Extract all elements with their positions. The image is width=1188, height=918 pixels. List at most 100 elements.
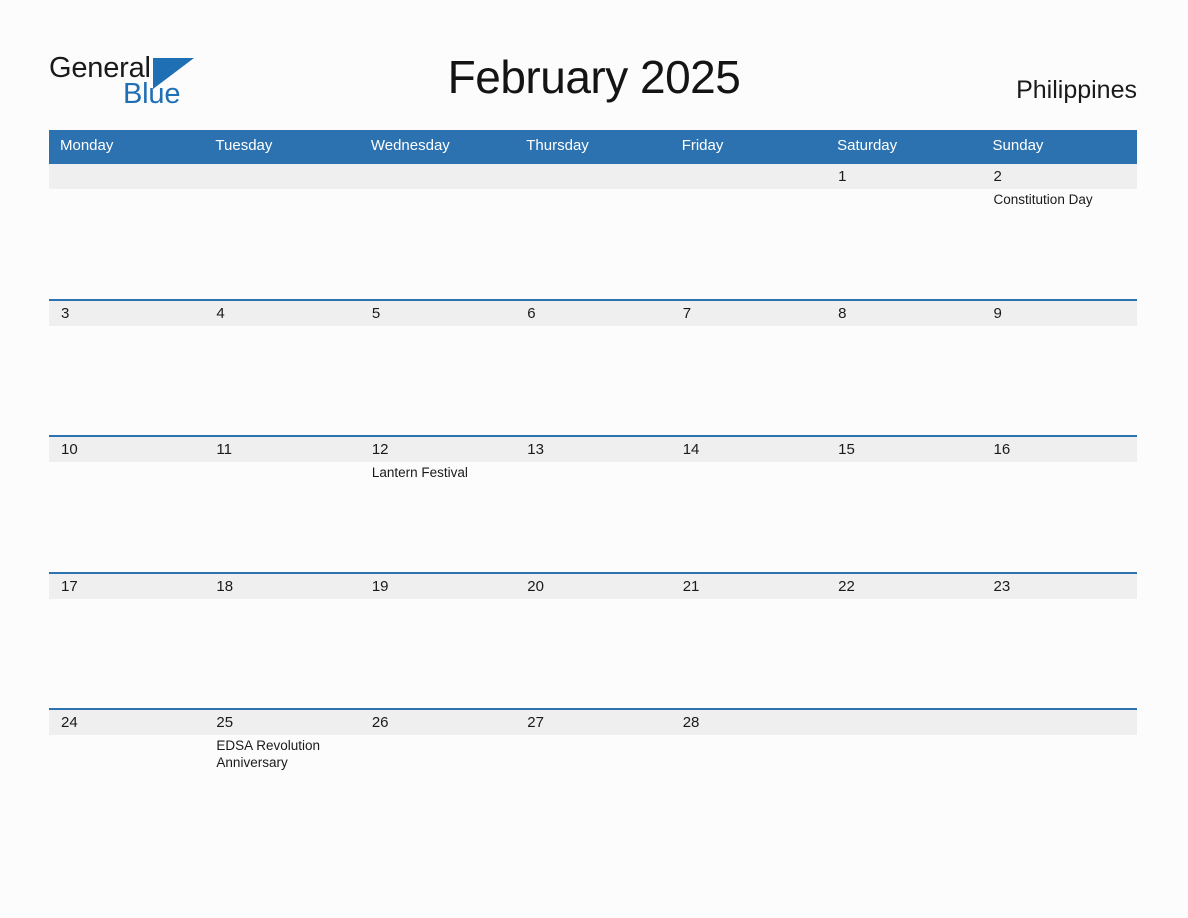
week-daynumber-band: 17 18 19 20 21 22 23 — [49, 573, 1137, 599]
week-events-band — [49, 325, 1137, 433]
day-cell[interactable] — [360, 189, 515, 296]
day-cell[interactable]: Lantern Festival — [360, 462, 515, 569]
event-label: EDSA Revolution Anniversary — [216, 738, 320, 770]
week-events-band: EDSA Revolution Anniversary — [49, 735, 1137, 843]
day-number[interactable]: 4 — [204, 301, 359, 326]
day-cell[interactable] — [671, 735, 826, 842]
day-cell[interactable] — [826, 735, 981, 842]
day-number[interactable]: 24 — [49, 710, 204, 735]
event-label: Lantern Festival — [371, 465, 468, 481]
day-cell[interactable] — [360, 599, 515, 706]
day-number[interactable] — [204, 164, 359, 189]
weekday-header-saturday: Saturday — [837, 137, 898, 154]
day-number[interactable] — [671, 164, 826, 189]
day-cell[interactable] — [515, 462, 670, 569]
day-cell[interactable] — [49, 462, 204, 569]
day-cell[interactable] — [49, 599, 204, 706]
day-number[interactable]: 25 — [204, 710, 359, 735]
day-cell[interactable] — [360, 326, 515, 433]
day-cell[interactable] — [826, 599, 981, 706]
weekday-header-monday: Monday — [60, 137, 114, 154]
day-cell[interactable] — [826, 189, 981, 296]
day-number[interactable]: 19 — [360, 574, 515, 599]
weekday-header-tuesday: Tuesday — [215, 137, 273, 154]
day-cell[interactable] — [49, 326, 204, 433]
day-number[interactable] — [515, 164, 670, 189]
day-cell[interactable] — [204, 326, 359, 433]
day-cell[interactable] — [671, 189, 826, 296]
calendar-grid: Monday Tuesday Wednesday Thursday Friday… — [49, 130, 1137, 845]
week-row: 1 2 Constitution Day — [49, 162, 1137, 299]
day-cell[interactable] — [49, 189, 204, 296]
day-number[interactable]: 18 — [204, 574, 359, 599]
week-daynumber-band: 10 11 12 13 14 15 16 — [49, 437, 1137, 463]
day-cell[interactable]: EDSA Revolution Anniversary — [204, 735, 359, 842]
day-cell[interactable] — [360, 735, 515, 842]
weekday-header-friday: Friday — [681, 137, 724, 154]
week-row: 10 11 12 13 14 15 16 Lantern Festival — [49, 435, 1137, 572]
day-cell[interactable] — [826, 462, 981, 569]
day-cell[interactable] — [49, 735, 204, 842]
day-number[interactable]: 3 — [49, 301, 204, 326]
week-events-band: Constitution Day — [49, 189, 1137, 296]
week-events-band — [49, 598, 1137, 706]
weekday-header-wednesday: Wednesday — [370, 137, 450, 154]
day-number[interactable]: 28 — [671, 710, 826, 735]
day-number[interactable]: 7 — [671, 301, 826, 326]
day-cell[interactable] — [515, 599, 670, 706]
day-number[interactable]: 15 — [826, 437, 981, 462]
day-number[interactable]: 12 — [360, 437, 515, 462]
day-number[interactable]: 11 — [204, 437, 359, 462]
day-number[interactable]: 20 — [515, 574, 670, 599]
day-cell[interactable] — [671, 462, 826, 569]
week-daynumber-band: 1 2 — [49, 164, 1137, 189]
day-cell[interactable] — [982, 462, 1137, 569]
week-daynumber-band: 3 4 5 6 7 8 9 — [49, 300, 1137, 326]
weekday-header-row: Monday Tuesday Wednesday Thursday Friday… — [49, 130, 1137, 162]
week-row: 17 18 19 20 21 22 23 — [49, 571, 1137, 709]
day-cell[interactable] — [671, 599, 826, 706]
week-events-band: Lantern Festival — [49, 462, 1137, 570]
day-number[interactable] — [49, 164, 204, 189]
day-number[interactable]: 10 — [49, 437, 204, 462]
day-cell[interactable] — [982, 735, 1137, 842]
day-cell[interactable] — [982, 599, 1137, 706]
day-number[interactable]: 16 — [982, 437, 1137, 462]
day-cell[interactable] — [204, 189, 359, 296]
page-title: February 2025 — [447, 51, 741, 103]
week-row: 24 25 26 27 28 EDSA Revolution Anniversa… — [49, 708, 1137, 845]
day-number[interactable]: 22 — [826, 574, 981, 599]
day-number[interactable] — [360, 164, 515, 189]
day-number[interactable]: 6 — [515, 301, 670, 326]
day-number[interactable]: 21 — [671, 574, 826, 599]
day-cell[interactable] — [204, 462, 359, 569]
day-number[interactable] — [826, 710, 981, 735]
day-cell[interactable] — [515, 189, 670, 296]
event-label: Constitution Day — [993, 192, 1093, 207]
week-row: 3 4 5 6 7 8 9 — [49, 298, 1137, 436]
day-number[interactable]: 9 — [982, 301, 1137, 326]
day-number[interactable]: 1 — [826, 164, 981, 189]
day-cell[interactable] — [826, 326, 981, 433]
week-daynumber-band: 24 25 26 27 28 — [49, 710, 1137, 736]
day-cell[interactable] — [515, 326, 670, 433]
day-cell[interactable] — [515, 735, 670, 842]
day-number[interactable]: 27 — [515, 710, 670, 735]
day-number[interactable]: 17 — [49, 574, 204, 599]
day-number[interactable] — [982, 710, 1137, 735]
weekday-header-thursday: Thursday — [526, 137, 589, 154]
day-number[interactable]: 8 — [826, 301, 981, 326]
day-number[interactable]: 2 — [982, 164, 1137, 189]
day-number[interactable]: 13 — [515, 437, 670, 462]
day-cell[interactable] — [982, 326, 1137, 433]
country-label: Philippines — [1016, 76, 1137, 104]
weekday-header-sunday: Sunday — [992, 137, 1044, 154]
day-cell[interactable]: Constitution Day — [982, 189, 1137, 296]
day-cell[interactable] — [671, 326, 826, 433]
day-number[interactable]: 5 — [360, 301, 515, 326]
day-number[interactable]: 26 — [360, 710, 515, 735]
page-header: General Blue February 2025 Philippines — [0, 0, 1188, 130]
day-cell[interactable] — [204, 599, 359, 706]
day-number[interactable]: 14 — [671, 437, 826, 462]
day-number[interactable]: 23 — [982, 574, 1137, 599]
